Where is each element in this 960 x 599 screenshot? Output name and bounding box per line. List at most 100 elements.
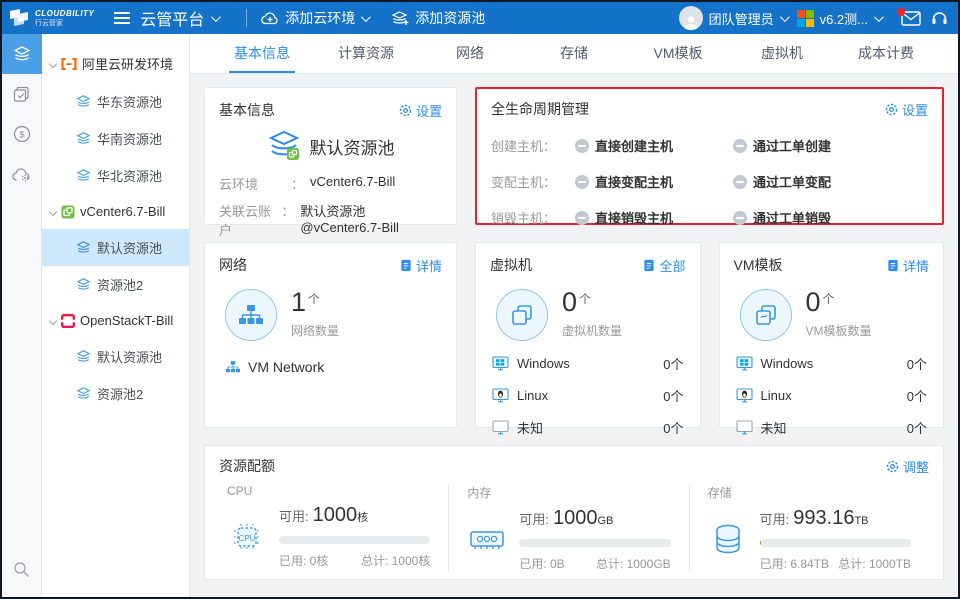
memory-used: 已用: 0B [519, 555, 564, 572]
pool-layers-icon [76, 241, 91, 254]
rail-cloud-settings[interactable] [2, 154, 42, 194]
lifecycle-card: 全生命周期管理 设置 创建主机： 直接创建主机 通过工单创建 [475, 87, 944, 225]
menu-toggle-icon[interactable] [114, 12, 130, 24]
version-menu[interactable]: v6.2测... [797, 9, 881, 28]
layers-plus-icon [392, 11, 409, 26]
disabled-minus-icon[interactable] [733, 211, 747, 225]
vm-os-row-linux: Linux 0个 [490, 386, 686, 405]
disabled-minus-icon[interactable] [575, 175, 589, 189]
template-count: 0 [806, 287, 821, 317]
lifecycle-row-resize: 变配主机： 直接变配主机 通过工单变配 [491, 172, 928, 191]
quota-card: 资源配额 调整 CPU CPU [204, 445, 944, 580]
support-button[interactable] [931, 10, 948, 26]
option-direct-create[interactable]: 直接创建主机 [575, 136, 733, 155]
cpu-used: 已用: 0核 [279, 552, 328, 569]
memory-icon [467, 507, 507, 572]
brand-logo[interactable]: CLOUDBILITY 行云管家 [8, 8, 94, 28]
chevron-down-icon [361, 12, 371, 22]
lifecycle-settings-link[interactable]: 设置 [885, 100, 928, 119]
option-ticket-destroy[interactable]: 通过工单销毁 [733, 208, 891, 227]
rail-resource-pools[interactable] [2, 34, 42, 74]
app-switcher[interactable]: 云管平台 [140, 6, 218, 30]
headset-icon [931, 10, 948, 26]
rail-hosts[interactable] [2, 74, 42, 114]
card-title: 全生命周期管理 [491, 99, 589, 119]
quota-adjust-link[interactable]: 调整 [886, 457, 929, 476]
field-cloud-account: 关联云账户 ： 默认资源池@vCenter6.7-Bill [219, 201, 442, 239]
disabled-minus-icon[interactable] [733, 175, 747, 189]
tab-vm-template[interactable]: VM模板 [626, 34, 730, 73]
quota-memory: 内存 可用:1000GB 已用: 0B [448, 484, 688, 572]
tree-item-pool[interactable]: 华东资源池 [42, 83, 189, 120]
virtual-machine-card: 虚拟机 全部 0个 虚拟机数量 [475, 242, 701, 428]
tree-expand-icon [49, 207, 57, 215]
version-label: v6.2测... [820, 9, 868, 28]
tree-item-pool[interactable]: 默认资源池 [42, 338, 189, 375]
tree-group-openstack[interactable]: OpenStackT-Bill [42, 303, 189, 338]
rail-billing[interactable]: $ [2, 114, 42, 154]
svg-text:CPU: CPU [239, 534, 256, 543]
tab-basic-info[interactable]: 基本信息 [210, 34, 314, 73]
unknown-os-icon [492, 420, 509, 435]
os-count: 0个 [907, 418, 927, 437]
basic-settings-link[interactable]: 设置 [399, 101, 442, 120]
tab-network[interactable]: 网络 [418, 34, 522, 73]
gear-icon [885, 103, 898, 116]
tree-group-label: 阿里云研发环境 [82, 54, 173, 73]
network-stat-icon [225, 289, 277, 341]
layers-icon [13, 46, 31, 62]
cpu-available: 1000 [313, 504, 358, 526]
option-direct-destroy[interactable]: 直接销毁主机 [575, 208, 733, 227]
messages-button[interactable] [901, 11, 921, 26]
chevron-down-icon [780, 12, 790, 22]
tree-item-pool[interactable]: 华南资源池 [42, 120, 189, 157]
lifecycle-row-destroy: 销毁主机： 直接销毁主机 通过工单销毁 [491, 208, 928, 227]
network-detail-link[interactable]: 详情 [400, 256, 442, 275]
disabled-minus-icon[interactable] [733, 139, 747, 153]
tree-group-aliyun[interactable]: 阿里云研发环境 [42, 44, 189, 83]
add-cloud-env-button[interactable]: 添加云环境 [261, 8, 368, 28]
user-menu[interactable]: 团队管理员 [679, 6, 787, 30]
option-ticket-create[interactable]: 通过工单创建 [733, 136, 891, 155]
chevron-down-icon [211, 12, 221, 22]
disabled-minus-icon[interactable] [575, 139, 589, 153]
tree-item-pool[interactable]: 资源池2 [42, 266, 189, 303]
template-detail-link[interactable]: 详情 [887, 256, 929, 275]
tree-item-pool[interactable]: 华北资源池 [42, 157, 189, 194]
os-count: 0个 [907, 354, 927, 373]
option-ticket-resize[interactable]: 通过工单变配 [733, 172, 891, 191]
tab-compute[interactable]: 计算资源 [314, 34, 418, 73]
tab-cost[interactable]: 成本计费 [834, 34, 938, 73]
linux-os-icon [736, 388, 753, 403]
rail-search[interactable] [2, 549, 42, 589]
document-icon [643, 259, 655, 272]
tree-item-pool[interactable]: 资源池2 [42, 375, 189, 412]
document-icon [887, 259, 899, 272]
storage-total: 总计: 1000TB [838, 555, 911, 572]
pool-layers-icon [76, 95, 91, 108]
pool-layers-icon [76, 387, 91, 400]
cloud-plus-icon [261, 11, 279, 25]
tree-item-pool-selected[interactable]: 默认资源池 [42, 229, 189, 266]
template-os-row-unknown: 未知 0个 [734, 418, 930, 437]
os-count: 0个 [663, 354, 683, 373]
network-list-item[interactable]: VM Network [225, 359, 442, 375]
chevron-down-icon [874, 12, 884, 22]
vm-template-card: VM模板 详情 0个 VM模板数量 [719, 242, 945, 428]
pool-layers-icon [76, 169, 91, 182]
vm-os-row-unknown: 未知 0个 [490, 418, 686, 437]
icon-rail: $ [2, 34, 42, 597]
tab-virtual-machine[interactable]: 虚拟机 [730, 34, 834, 73]
disabled-minus-icon[interactable] [575, 211, 589, 225]
windows-grid-icon [797, 10, 814, 27]
tree-group-vcenter[interactable]: vCenter6.7-Bill [42, 194, 189, 229]
pool-name: 默认资源池 [310, 134, 395, 159]
vm-all-link[interactable]: 全部 [643, 256, 685, 275]
cpu-progress-bar [279, 536, 430, 544]
resource-pool-icon [267, 130, 301, 162]
memory-progress-bar [519, 539, 670, 547]
add-resource-pool-button[interactable]: 添加资源池 [392, 8, 485, 28]
template-os-row-windows: Windows 0个 [734, 354, 930, 373]
option-direct-resize[interactable]: 直接变配主机 [575, 172, 733, 191]
tab-storage[interactable]: 存储 [522, 34, 626, 73]
